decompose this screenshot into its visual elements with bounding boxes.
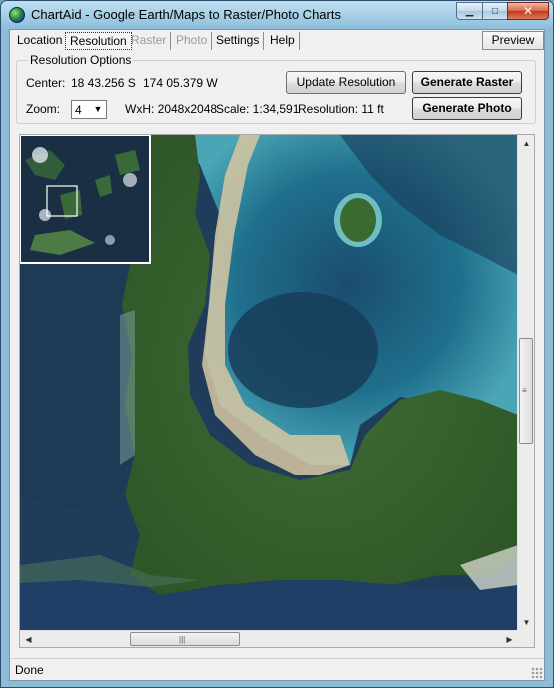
vertical-grip-icon: ≡ bbox=[522, 386, 527, 395]
horizontal-grip-icon: ||| bbox=[179, 635, 186, 644]
preview-button[interactable]: Preview bbox=[482, 31, 544, 50]
maximize-button[interactable]: □ bbox=[482, 2, 508, 20]
scroll-corner bbox=[517, 630, 534, 647]
horizontal-scrollbar[interactable]: ◀ ||| ▶ bbox=[20, 630, 518, 647]
chevron-down-icon: ▼ bbox=[93, 104, 103, 114]
menu-location[interactable]: Location bbox=[13, 32, 68, 50]
size-readout: WxH: 2048x2048 bbox=[125, 102, 218, 116]
menu-raster[interactable]: Raster bbox=[127, 32, 172, 50]
menu-settings[interactable]: Settings bbox=[212, 32, 265, 50]
zoom-label: Zoom: bbox=[26, 102, 61, 116]
map-viewport[interactable]: ▲ ≡ ▼ ◀ ||| ▶ bbox=[19, 134, 535, 648]
scroll-up-icon[interactable]: ▲ bbox=[518, 135, 534, 152]
close-button[interactable]: ✕ bbox=[507, 2, 549, 20]
vertical-scrollbar[interactable]: ▲ ≡ ▼ bbox=[517, 135, 534, 631]
menu-photo[interactable]: Photo bbox=[172, 32, 213, 50]
scale-readout: Scale: 1:34,591 bbox=[216, 102, 300, 116]
update-resolution-button[interactable]: Update Resolution bbox=[286, 71, 406, 94]
resolution-readout: Resolution: 11 ft bbox=[298, 102, 384, 116]
scroll-down-icon[interactable]: ▼ bbox=[518, 614, 534, 631]
scroll-right-icon[interactable]: ▶ bbox=[501, 631, 518, 647]
globe-icon bbox=[9, 7, 25, 23]
center-label: Center: bbox=[26, 76, 66, 90]
scroll-left-icon[interactable]: ◀ bbox=[20, 631, 37, 647]
generate-photo-button[interactable]: Generate Photo bbox=[412, 97, 522, 120]
center-latitude: 18 43.256 S bbox=[71, 76, 136, 90]
group-title: Resolution Options bbox=[28, 53, 134, 67]
app-window: ChartAid - Google Earth/Maps to Raster/P… bbox=[0, 0, 554, 688]
menu-bar: Location Resolution Raster Photo Setting… bbox=[10, 30, 544, 52]
vertical-scroll-thumb[interactable]: ≡ bbox=[519, 338, 533, 444]
resize-grip-icon[interactable] bbox=[531, 667, 543, 679]
zoom-value: 4 bbox=[75, 103, 82, 117]
generate-raster-button[interactable]: Generate Raster bbox=[412, 71, 522, 94]
satellite-map[interactable] bbox=[20, 135, 518, 631]
status-text: Done bbox=[15, 663, 44, 677]
close-icon: ✕ bbox=[522, 4, 534, 18]
client-area: Location Resolution Raster Photo Setting… bbox=[9, 29, 545, 681]
horizontal-scroll-thumb[interactable]: ||| bbox=[130, 632, 240, 646]
menu-resolution[interactable]: Resolution bbox=[65, 32, 132, 50]
zoom-select[interactable]: 4 ▼ bbox=[71, 100, 107, 119]
center-longitude: 174 05.379 W bbox=[143, 76, 218, 90]
title-bar[interactable]: ChartAid - Google Earth/Maps to Raster/P… bbox=[1, 1, 553, 29]
menu-help[interactable]: Help bbox=[266, 32, 300, 50]
maximize-icon: □ bbox=[491, 5, 499, 17]
window-title: ChartAid - Google Earth/Maps to Raster/P… bbox=[31, 7, 341, 22]
minimize-icon: ▁ bbox=[465, 5, 474, 17]
minimize-button[interactable]: ▁ bbox=[456, 2, 483, 20]
status-bar: Done bbox=[10, 658, 544, 680]
